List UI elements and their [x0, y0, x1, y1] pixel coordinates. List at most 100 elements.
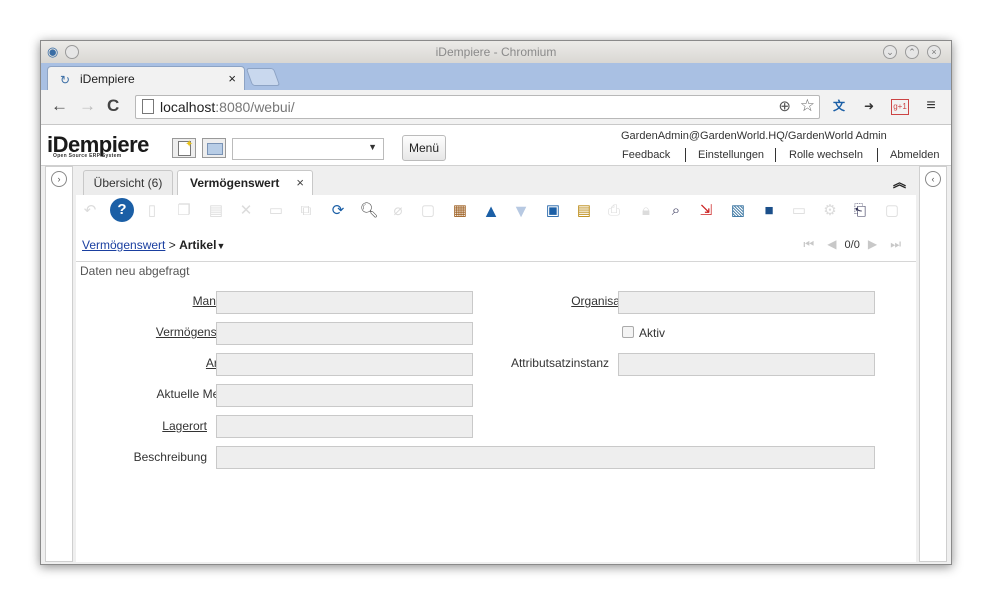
previous-record-icon[interactable]: ◀: [827, 237, 836, 251]
breadcrumb-parent-link[interactable]: Vermögenswert: [82, 238, 165, 252]
locator-field[interactable]: [216, 415, 473, 438]
detail-record-icon[interactable]: ▼: [509, 199, 533, 223]
attribute-set-instance-field[interactable]: [618, 353, 875, 376]
save-icon[interactable]: ▭: [264, 199, 288, 223]
organization-field[interactable]: [618, 291, 875, 314]
collapse-icon[interactable]: ︽: [893, 172, 906, 191]
attachment-icon[interactable]: ⌀: [386, 199, 410, 223]
delete-selection-icon[interactable]: ✕: [234, 199, 258, 223]
print-icon[interactable]: ⎙: [602, 199, 626, 223]
omnibox[interactable]: localhost:8080/webui/ ⊕ ☆: [135, 95, 820, 119]
breadcrumb-current[interactable]: Artikel: [179, 238, 216, 252]
idempiere-app: iDempiere Open Source ERP System ✦ ▼ Men…: [41, 125, 951, 564]
zoom-across-icon[interactable]: ⌕: [664, 199, 688, 223]
gplus-extension-icon[interactable]: g+1: [891, 99, 909, 115]
url-path: :8080/webui/: [215, 99, 295, 115]
caret-down-icon[interactable]: ▼: [216, 241, 225, 251]
translate-extension-icon[interactable]: 文: [830, 97, 848, 115]
link-separator: [685, 148, 686, 162]
description-label: Beschreibung: [133, 450, 207, 464]
zoom-icon[interactable]: ⊕: [778, 97, 791, 115]
chat-icon[interactable]: ▢: [416, 199, 440, 223]
client-field[interactable]: [216, 291, 473, 314]
expand-right-icon[interactable]: ‹: [925, 171, 941, 187]
logout-link[interactable]: Abmelden: [890, 149, 940, 161]
back-icon[interactable]: ←: [51, 96, 68, 116]
breadcrumb: Vermögenswert > Artikel▼: [82, 238, 225, 252]
breadcrumb-separator: >: [168, 238, 176, 252]
save-create-icon[interactable]: ⧉: [294, 199, 318, 223]
copy-record-icon[interactable]: ❐: [172, 199, 196, 223]
close-tab-icon[interactable]: ×: [296, 171, 304, 195]
lock-icon[interactable]: 🔒︎: [634, 199, 658, 223]
forward-icon[interactable]: →: [79, 96, 96, 116]
open-folder-icon[interactable]: [202, 138, 226, 158]
preferences-link[interactable]: Einstellungen: [698, 149, 764, 161]
logo-subtitle: Open Source ERP System: [53, 153, 122, 159]
description-field[interactable]: [216, 446, 875, 469]
report-icon[interactable]: ▣: [541, 199, 565, 223]
attribute-set-instance-label: Attributsatzinstanz: [510, 356, 609, 370]
user-context[interactable]: GardenAdmin@GardenWorld.HQ/GardenWorld A…: [621, 130, 887, 142]
url-text[interactable]: localhost:8080/webui/: [160, 99, 295, 115]
workflow-icon[interactable]: ⇲: [694, 199, 718, 223]
chrome-menu-icon[interactable]: ≡: [922, 97, 940, 115]
find-icon[interactable]: 🔍︎: [357, 199, 381, 223]
help-icon[interactable]: ?: [110, 198, 134, 222]
page-icon: [142, 99, 154, 114]
record-navigation: ⏮ ◀ 0/0 ▶ ⏭: [798, 237, 906, 252]
record-counter: 0/0: [844, 239, 860, 251]
new-tab-button[interactable]: [245, 68, 281, 86]
address-bar-row: ← → C localhost:8080/webui/ ⊕ ☆ 文 ➜ g+1 …: [41, 90, 951, 125]
active-checkbox[interactable]: [622, 326, 634, 338]
refresh-icon[interactable]: ⟳: [326, 199, 350, 223]
tab-asset[interactable]: Vermögenswert ×: [177, 170, 313, 195]
change-role-link[interactable]: Rolle wechseln: [789, 149, 863, 161]
new-record-icon[interactable]: ▯: [140, 199, 164, 223]
right-side-panel: ‹: [919, 166, 947, 562]
new-window-icon[interactable]: ✦: [172, 138, 196, 158]
chevron-down-icon[interactable]: ▼: [368, 142, 377, 152]
expand-left-icon[interactable]: ›: [51, 171, 67, 187]
close-window-button[interactable]: ×: [927, 45, 941, 59]
undo-icon[interactable]: ↶: [78, 199, 102, 223]
product-info-icon[interactable]: ▧: [726, 199, 750, 223]
browser-window: ◉ iDempiere - Chromium ⌄ ⌃ × ↻ iDempiere…: [40, 40, 952, 565]
left-side-panel: ›: [45, 166, 73, 562]
tab-overview[interactable]: Übersicht (6): [83, 170, 173, 195]
import-icon[interactable]: ⎗: [848, 199, 872, 223]
close-tab-icon[interactable]: ×: [228, 71, 236, 86]
login-extension-icon[interactable]: ➜: [860, 97, 878, 115]
post-icon[interactable]: ■: [757, 199, 781, 223]
parent-record-icon[interactable]: ▲: [479, 199, 503, 223]
window-title: iDempiere - Chromium: [435, 45, 557, 59]
url-host: localhost: [160, 99, 216, 115]
quick-form-icon[interactable]: ▢: [880, 199, 904, 223]
grid-toggle-icon[interactable]: ▦: [448, 199, 472, 223]
last-record-icon[interactable]: ⏭: [890, 237, 901, 251]
quantity-field[interactable]: [216, 384, 473, 407]
window-content: Übersicht (6) Vermögenswert × ︽ ↶ ? ▯ ❐ …: [76, 166, 916, 562]
first-record-icon[interactable]: ⏮: [803, 237, 814, 251]
feedback-link[interactable]: Feedback: [622, 149, 670, 161]
browser-tab[interactable]: ↻ iDempiere ×: [47, 66, 245, 91]
export-icon[interactable]: ▭: [787, 199, 811, 223]
window-tabs: Übersicht (6) Vermögenswert × ︽: [76, 166, 916, 195]
locator-label[interactable]: Lagerort: [116, 419, 207, 433]
next-record-icon[interactable]: ▶: [868, 237, 877, 251]
bookmark-star-icon[interactable]: ☆: [800, 96, 815, 116]
browser-tab-title: iDempiere: [80, 72, 135, 86]
window-search-combobox[interactable]: ▼: [232, 138, 384, 160]
tab-asset-label: Vermögenswert: [190, 176, 280, 190]
maximize-button[interactable]: ⌃: [905, 45, 919, 59]
customize-icon[interactable]: ⚙: [818, 199, 842, 223]
status-message: Daten neu abgefragt: [80, 264, 190, 278]
divider: [76, 261, 916, 262]
minimize-button[interactable]: ⌄: [883, 45, 897, 59]
asset-field[interactable]: [216, 322, 473, 345]
reload-icon[interactable]: C: [107, 96, 119, 116]
product-field[interactable]: [216, 353, 473, 376]
archive-icon[interactable]: ▤: [572, 199, 596, 223]
menu-button[interactable]: Menü: [402, 135, 446, 161]
delete-icon[interactable]: ▤: [204, 199, 228, 223]
